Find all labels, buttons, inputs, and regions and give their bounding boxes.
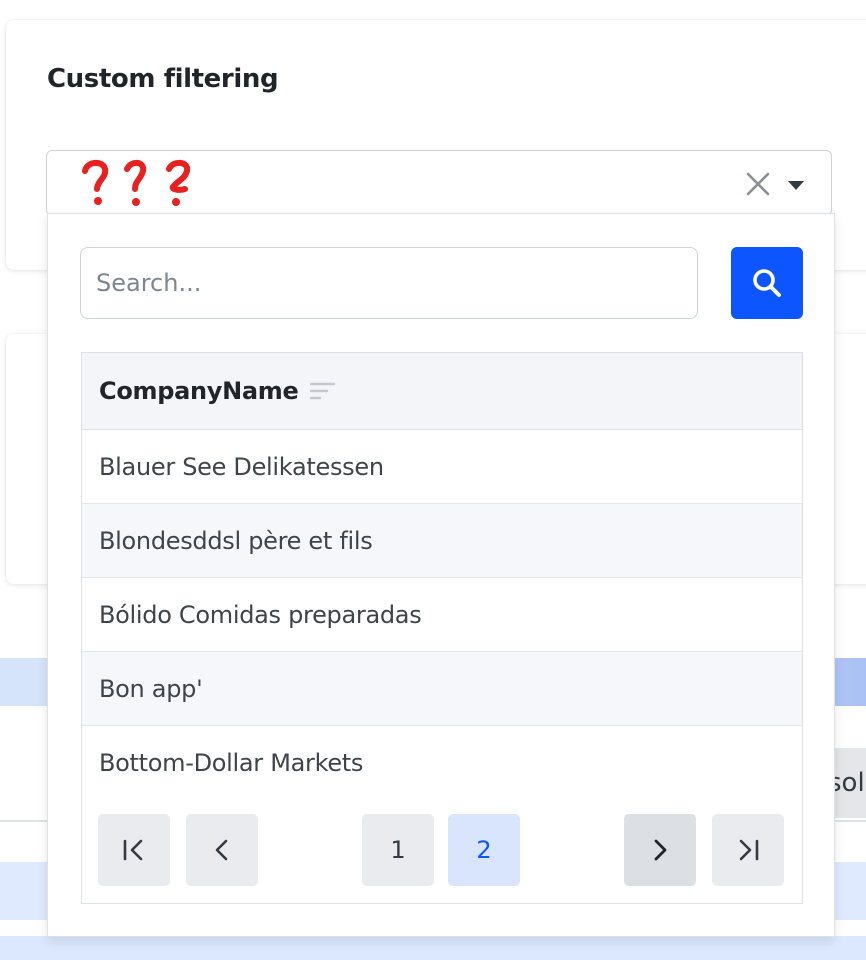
pager: 1 2 — [82, 814, 802, 888]
next-page-button[interactable] — [624, 814, 696, 886]
company-select[interactable] — [46, 150, 832, 216]
search-input[interactable] — [80, 247, 698, 319]
grid-header[interactable]: CompanyName — [82, 353, 802, 430]
page-button-2[interactable]: 2 — [448, 814, 520, 886]
search-icon — [753, 269, 781, 297]
chevron-left-icon — [215, 839, 228, 861]
last-page-button[interactable] — [712, 814, 784, 886]
question-marks-annotation — [82, 159, 191, 206]
table-row[interactable]: Bon app' — [82, 652, 802, 726]
card-title: Custom filtering — [47, 64, 279, 94]
column-header-companyname: CompanyName — [99, 377, 299, 405]
prev-page-button[interactable] — [186, 814, 258, 886]
sort-icon[interactable] — [310, 382, 336, 400]
first-page-button[interactable] — [98, 814, 170, 886]
table-row[interactable]: Bólido Comidas preparadas — [82, 578, 802, 652]
last-page-icon — [739, 839, 759, 861]
company-grid: CompanyName Blauer See Delikatessen Blon… — [81, 352, 803, 904]
dropdown-panel: CompanyName Blauer See Delikatessen Blon… — [47, 213, 835, 937]
table-row[interactable]: Bottom-Dollar Markets — [82, 726, 802, 800]
close-icon[interactable] — [745, 171, 771, 197]
first-page-icon — [123, 839, 143, 861]
table-row[interactable]: Blondesddsl père et fils — [82, 504, 802, 578]
table-row[interactable]: Blauer See Delikatessen — [82, 430, 802, 504]
search-button[interactable] — [731, 247, 803, 319]
chevron-right-icon — [654, 839, 667, 861]
caret-down-icon[interactable] — [787, 179, 805, 191]
page-button-1[interactable]: 1 — [362, 814, 434, 886]
background-row — [0, 936, 866, 960]
